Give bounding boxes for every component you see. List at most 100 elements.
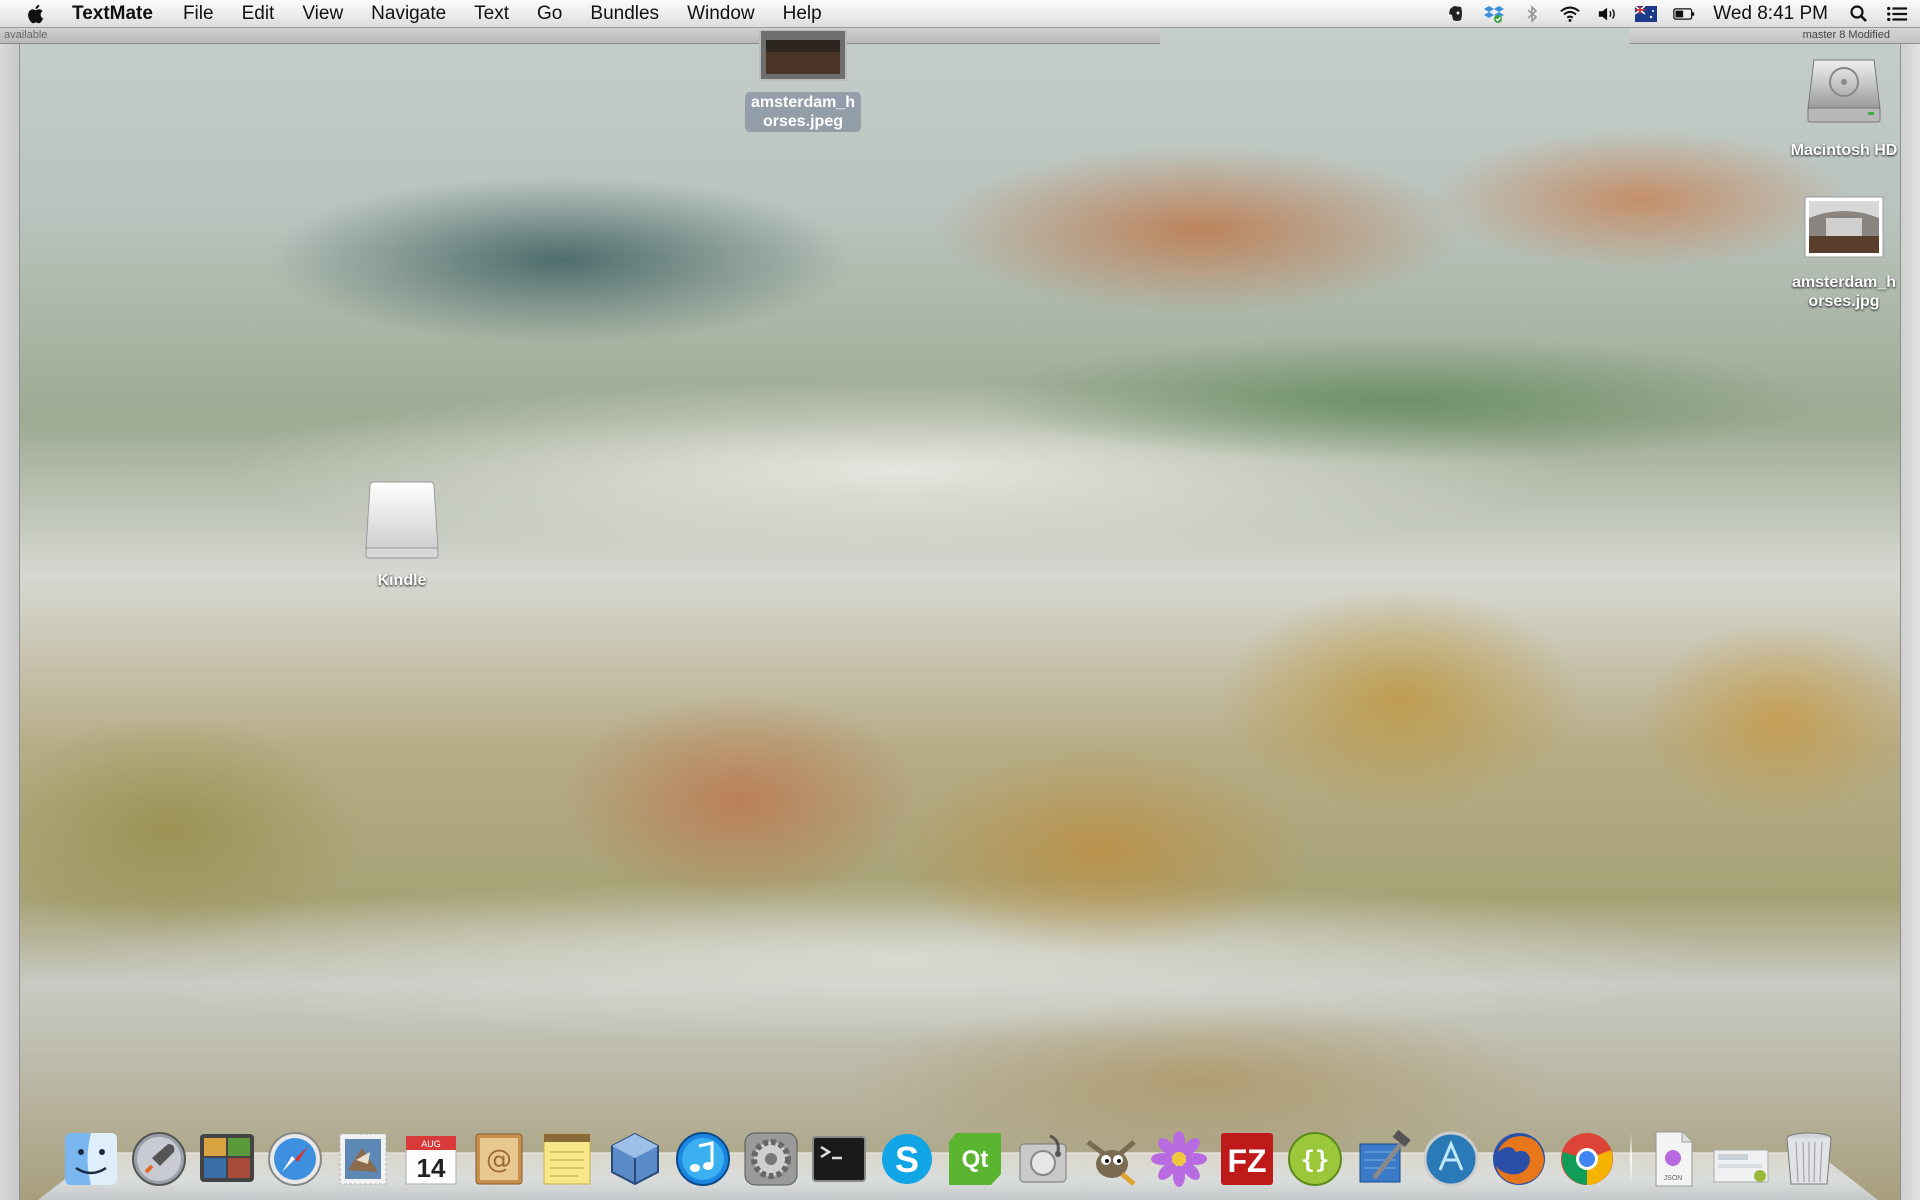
filezilla-icon: FZ	[1221, 1133, 1273, 1185]
wifi-icon[interactable]	[1559, 4, 1581, 24]
dock-separator	[1630, 1132, 1632, 1186]
notes-icon	[543, 1133, 591, 1185]
trash-icon	[1786, 1132, 1832, 1185]
dropbox-icon[interactable]	[1483, 4, 1505, 24]
dock-calendar[interactable]: AUG 14	[402, 1130, 460, 1188]
evernote-icon[interactable]	[1445, 4, 1467, 24]
desktop-file-amsterdam-horses-jpg[interactable]: amsterdam_h orses.jpg	[1776, 196, 1912, 312]
desktop-disk-kindle[interactable]: Kindle	[342, 478, 462, 591]
apple-menu-icon[interactable]	[26, 3, 46, 25]
dock-finder[interactable]	[62, 1130, 120, 1188]
disk-utility-icon	[1019, 1134, 1067, 1183]
dock-notes[interactable]	[538, 1130, 596, 1188]
desktop-wallpaper	[0, 0, 1920, 1200]
json-document-icon: JSON	[1655, 1131, 1693, 1187]
purple-flower-icon	[1151, 1131, 1207, 1187]
window-status-text: available	[4, 29, 48, 41]
desktop-disk-macintosh-hd[interactable]: Macintosh HD	[1776, 48, 1912, 161]
svg-text:{}: {}	[1301, 1146, 1330, 1174]
menu-window[interactable]: Window	[673, 3, 769, 25]
spotlight-search-icon[interactable]	[1848, 4, 1870, 24]
background-window-top-right-edge[interactable]: master 8 Modified	[1630, 28, 1920, 44]
dock-json-stack[interactable]: JSON	[1644, 1130, 1702, 1188]
menu-text[interactable]: Text	[460, 3, 523, 25]
image-thumbnail-icon	[1804, 196, 1884, 258]
gear-icon	[744, 1132, 798, 1186]
dock-flower-app[interactable]	[1150, 1130, 1208, 1188]
desktop-file-label: amsterdam_h orses.jpeg	[744, 92, 862, 132]
dock-atom[interactable]	[1422, 1130, 1480, 1188]
desktop-file-amsterdam-horses-jpeg[interactable]: amsterdam_h orses.jpeg	[728, 30, 878, 132]
desktop-file-label: amsterdam_h orses.jpg	[1791, 274, 1897, 310]
xcode-hammer-icon	[1359, 1130, 1411, 1183]
svg-text:FZ: FZ	[1227, 1143, 1266, 1179]
menubar-clock[interactable]: Wed 8:41 PM	[1703, 3, 1840, 25]
brain-app-icon	[1423, 1131, 1479, 1187]
json-stack-label: JSON	[1664, 1175, 1683, 1182]
svg-text:Qt: Qt	[962, 1146, 989, 1173]
dock-gimp[interactable]	[1082, 1130, 1140, 1188]
dock-itunes[interactable]	[674, 1130, 732, 1188]
external-drive-icon	[365, 481, 439, 559]
address-book-icon: @	[475, 1133, 523, 1185]
battery-icon[interactable]	[1673, 4, 1695, 24]
flag-icon[interactable]	[1635, 4, 1658, 24]
image-thumbnail-icon	[759, 30, 847, 81]
bluetooth-icon[interactable]	[1521, 4, 1543, 24]
menu-help[interactable]: Help	[769, 3, 836, 25]
chrome-icon	[1561, 1133, 1613, 1185]
dock-skype[interactable]: S	[878, 1130, 936, 1188]
menu-file[interactable]: File	[169, 3, 228, 25]
menu-bar: TextMate File Edit View Navigate Text Go…	[0, 0, 1920, 28]
dock-photo-slideshow[interactable]	[198, 1130, 256, 1188]
menu-view[interactable]: View	[288, 3, 357, 25]
dock-disk-utility[interactable]	[1014, 1130, 1072, 1188]
safari-compass-icon	[268, 1132, 322, 1186]
terminal-icon	[812, 1136, 866, 1182]
notification-center-icon[interactable]	[1886, 4, 1908, 24]
dock-terminal[interactable]	[810, 1130, 868, 1188]
volume-icon[interactable]	[1597, 4, 1619, 24]
qt-icon: Qt	[949, 1133, 1001, 1185]
dock-chrome[interactable]	[1558, 1130, 1616, 1188]
skype-icon: S	[882, 1134, 932, 1184]
dock-firefox[interactable]	[1490, 1130, 1548, 1188]
svg-text:S: S	[895, 1139, 919, 1180]
hard-drive-icon	[1807, 59, 1881, 123]
desktop-disk-label: Macintosh HD	[1790, 142, 1898, 159]
menu-app-name[interactable]: TextMate	[72, 3, 169, 25]
firefox-icon	[1493, 1133, 1545, 1185]
calendar-icon: AUG 14	[405, 1135, 457, 1185]
virtualbox-cube-icon	[611, 1132, 659, 1186]
launchpad-rocket-icon	[132, 1132, 186, 1186]
gimp-icon	[1086, 1140, 1136, 1186]
finder-icon	[65, 1133, 117, 1185]
dock-safari[interactable]	[266, 1130, 324, 1188]
dock-xcode[interactable]	[1354, 1130, 1412, 1188]
calendar-day: 14	[417, 1153, 446, 1183]
documents-stack-icon	[1713, 1149, 1769, 1183]
background-window-left-edge[interactable]	[0, 28, 20, 1200]
calendar-month: AUG	[421, 1139, 441, 1149]
menu-edit[interactable]: Edit	[228, 3, 289, 25]
dock: AUG 14 @ S Qt FZ {} JSON	[62, 1118, 1848, 1188]
status-menus: Wed 8:41 PM	[1437, 0, 1920, 28]
menu-bundles[interactable]: Bundles	[576, 3, 673, 25]
dock-trash[interactable]	[1780, 1130, 1838, 1188]
dock-system-preferences[interactable]	[742, 1130, 800, 1188]
itunes-music-icon	[676, 1132, 730, 1186]
photo-slideshow-icon	[200, 1134, 254, 1182]
menu-navigate[interactable]: Navigate	[357, 3, 460, 25]
dock-contacts[interactable]: @	[470, 1130, 528, 1188]
menu-go[interactable]: Go	[523, 3, 576, 25]
background-window-top-edge[interactable]: available	[0, 28, 1160, 44]
dock-launchpad[interactable]	[130, 1130, 188, 1188]
dock-documents-stack[interactable]	[1712, 1130, 1770, 1188]
dock-qt-creator[interactable]: Qt	[946, 1130, 1004, 1188]
dock-filezilla[interactable]: FZ	[1218, 1130, 1276, 1188]
dock-virtualbox[interactable]	[606, 1130, 664, 1188]
svg-text:@: @	[486, 1145, 512, 1175]
brackets-icon: {}	[1288, 1132, 1342, 1186]
dock-mail[interactable]	[334, 1130, 392, 1188]
dock-brackets[interactable]: {}	[1286, 1130, 1344, 1188]
